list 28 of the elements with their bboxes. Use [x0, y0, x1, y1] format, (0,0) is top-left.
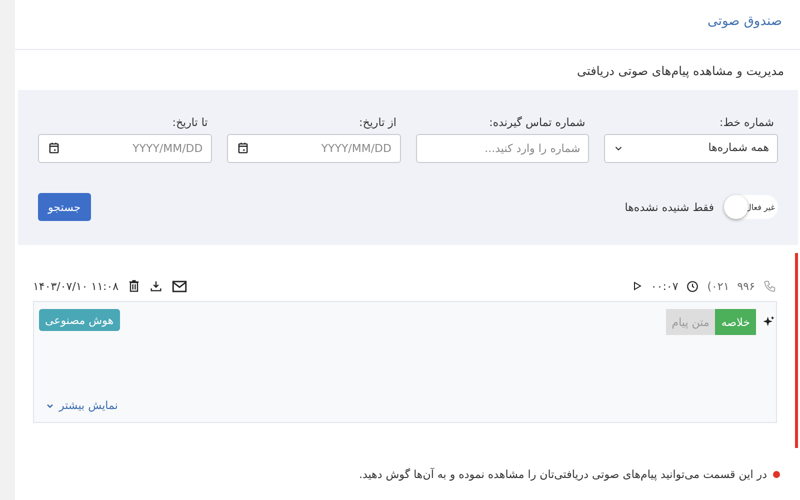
search-button[interactable]: جستجو	[38, 193, 91, 221]
field-label: تا تاریخ:	[171, 116, 209, 129]
info-note: در این قسمت می‌توانید پیام‌های صوتی دریافتی‌تان را مشاهده نموده و به آن‌ها گوش دهید.	[358, 468, 767, 481]
sparkle-icon	[762, 315, 776, 329]
date-field[interactable]: YYYY/MM/DD	[38, 134, 212, 163]
ai-button[interactable]: هوش مصنوعی	[39, 309, 120, 331]
line-select[interactable]: همه شماره‌ها	[604, 134, 778, 163]
calendar-icon	[236, 141, 250, 155]
input-field[interactable]: شماره را وارد کنید...	[416, 134, 590, 163]
caller-number: ۹۹۶	[737, 280, 755, 292]
download-icon[interactable]	[148, 279, 163, 293]
date-time: ۱۴۰۳/۰۷/۱۰ ۱۱:۰۸	[33, 280, 119, 292]
calendar-icon	[47, 141, 61, 155]
trash-icon[interactable]	[126, 279, 141, 293]
show-more-link[interactable]: نمایش بیشتر	[45, 399, 118, 412]
field-label: شماره خط:	[718, 116, 775, 129]
date-field[interactable]: YYYY/MM/DD	[226, 134, 400, 163]
field-label: شماره تماس گیرنده:	[488, 116, 586, 129]
tab[interactable]: خلاصه	[715, 309, 756, 335]
page-subtitle: مدیریت و مشاهده پیام‌های صوتی دریافتی	[576, 63, 785, 80]
phone-icon	[763, 279, 777, 293]
duration: ۰۰:۰۷	[650, 280, 678, 292]
field-label: از تاریخ:	[358, 116, 398, 129]
clock-icon	[686, 280, 700, 292]
page-title: صندوق صوتی	[706, 14, 782, 29]
bullet-dot	[773, 471, 780, 478]
phone-number: (۰۲۱	[707, 280, 730, 292]
toggle-label: فقط شنیده نشده‌ها	[624, 200, 714, 214]
